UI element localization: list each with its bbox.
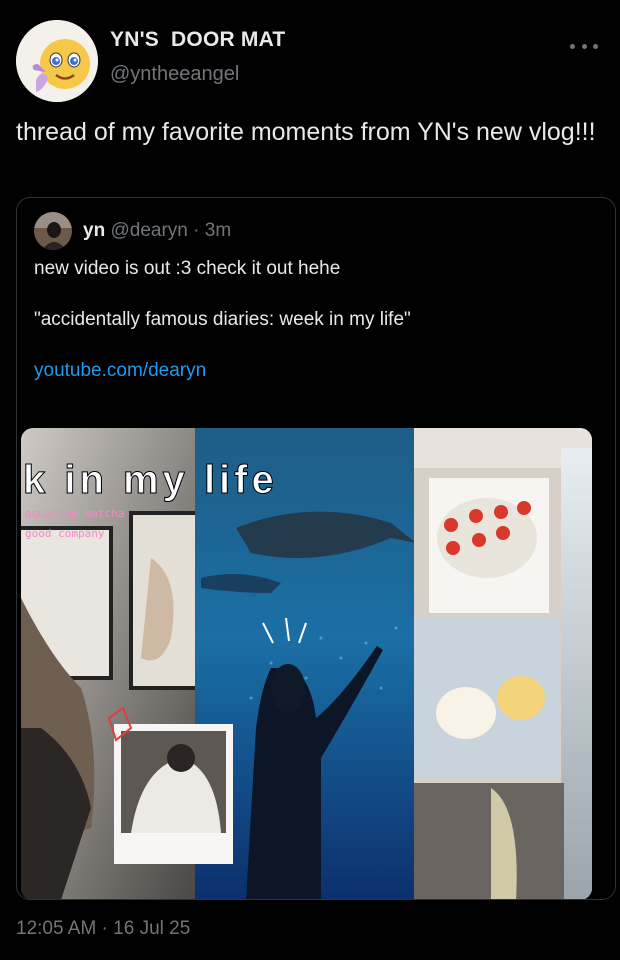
thumbnail-tag1: aquarium matcha xyxy=(25,507,124,520)
quoted-handle[interactable]: @dearyn xyxy=(110,220,187,241)
tweet-text: thread of my favorite moments from YN's … xyxy=(16,118,596,146)
quoted-header: yn @dearyn · 3m xyxy=(83,220,231,242)
more-dot-icon xyxy=(570,43,575,49)
quoted-time: 3m xyxy=(204,220,232,241)
profile-avatar[interactable] xyxy=(16,20,98,102)
user-handle[interactable]: @yntheeangel xyxy=(110,63,239,86)
quoted-avatar[interactable] xyxy=(34,212,72,250)
separator-dot: · xyxy=(193,220,205,241)
quoted-text-line1: new video is out :3 check it out hehe xyxy=(34,258,341,279)
youtube-link[interactable]: youtube.com/dearyn xyxy=(34,360,206,382)
quoted-tweet[interactable]: yn @dearyn · 3m new video is out :3 chec… xyxy=(16,197,616,900)
tweet-timestamp: 12:05 AM · 16 Jul 25 xyxy=(16,918,191,939)
display-name[interactable]: YN'S DOOR MAT xyxy=(110,28,285,52)
more-options-button[interactable] xyxy=(570,36,598,56)
video-thumbnail[interactable]: k in my life aquarium matcha good compan… xyxy=(21,428,592,899)
quoted-name[interactable]: yn xyxy=(83,220,105,241)
thumbnail-tag2: good company xyxy=(25,527,105,540)
emoji-avatar-icon xyxy=(16,20,98,102)
more-dot-icon xyxy=(581,43,587,49)
profile-photo-icon xyxy=(34,212,72,250)
more-dot-icon xyxy=(593,43,598,49)
thumbnail-title: k in my life xyxy=(23,458,278,502)
thumbnail-collage-image: k in my life aquarium matcha good compan… xyxy=(21,428,592,899)
quoted-text-line2: "accidentally famous diaries: week in my… xyxy=(34,309,411,330)
